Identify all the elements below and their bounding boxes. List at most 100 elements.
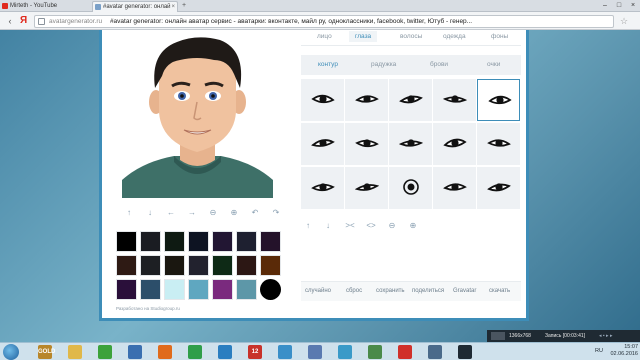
reset-button[interactable]: сброс: [346, 288, 362, 294]
yandex-browser-icon[interactable]: [398, 345, 412, 359]
arrow-up-icon[interactable]: ↑: [301, 220, 315, 232]
eye-style-option[interactable]: [477, 123, 520, 165]
zoom-out-icon[interactable]: ⊖: [385, 220, 399, 232]
close-window-button[interactable]: ×: [626, 0, 640, 11]
file-explorer-icon[interactable]: [68, 345, 82, 359]
minimize-button[interactable]: –: [598, 0, 612, 11]
yandex-logo[interactable]: Я: [20, 15, 27, 27]
color-swatch[interactable]: [236, 255, 257, 276]
eye-style-option[interactable]: [389, 123, 432, 165]
player-icon[interactable]: [218, 345, 232, 359]
app-12-icon[interactable]: 12: [248, 345, 262, 359]
avatar-tools: ↑ ↓ ← → ⊖ ⊕ ↶ ↷: [122, 207, 292, 219]
color-swatch[interactable]: [188, 231, 209, 252]
paint-icon[interactable]: [308, 345, 322, 359]
arrow-up-icon[interactable]: ↑: [122, 207, 136, 219]
firefox-icon[interactable]: [158, 345, 172, 359]
chrome-icon[interactable]: [188, 345, 202, 359]
recorder-controls-icon[interactable]: ◂ ▪ ▸ ▸: [599, 330, 612, 342]
color-swatch[interactable]: [140, 255, 161, 276]
eye-style-option[interactable]: [477, 79, 520, 121]
rotate-right-icon[interactable]: ↷: [269, 207, 283, 219]
recorder-icon[interactable]: [458, 345, 472, 359]
bookmark-star-icon[interactable]: ☆: [620, 15, 628, 27]
eye-style-option[interactable]: [301, 123, 344, 165]
color-swatch[interactable]: [140, 279, 161, 300]
share-button[interactable]: поделиться: [412, 288, 444, 294]
rotate-left-icon[interactable]: ↶: [248, 207, 262, 219]
tab-eyes[interactable]: глаза: [349, 31, 378, 42]
arrow-left-icon[interactable]: ←: [164, 207, 178, 219]
color-swatch[interactable]: [236, 279, 257, 300]
color-swatch[interactable]: [164, 279, 185, 300]
color-swatch[interactable]: [236, 231, 257, 252]
chat-icon[interactable]: [278, 345, 292, 359]
arrow-right-icon[interactable]: →: [185, 207, 199, 219]
eye-style-option[interactable]: [477, 167, 520, 209]
narrow-icon[interactable]: ><: [343, 220, 357, 232]
stats-icon[interactable]: [368, 345, 382, 359]
color-swatch[interactable]: [188, 279, 209, 300]
color-swatch[interactable]: [260, 255, 281, 276]
subtab-outline[interactable]: контур: [318, 61, 338, 68]
selected-color-swatch[interactable]: [260, 279, 281, 300]
arrow-down-icon[interactable]: ↓: [321, 220, 335, 232]
back-arrow-icon[interactable]: ‹: [4, 15, 16, 27]
color-swatch[interactable]: [164, 231, 185, 252]
start-button[interactable]: [3, 344, 19, 360]
eye-style-option[interactable]: [433, 79, 476, 121]
eye-style-option[interactable]: [345, 79, 388, 121]
maximize-button[interactable]: □: [612, 0, 626, 11]
color-palette: [116, 231, 286, 303]
browser-tab-bar: Mirteth - YouTube #avatar generator: онл…: [0, 0, 640, 12]
color-swatch[interactable]: [212, 279, 233, 300]
tab-clothes[interactable]: одежда: [443, 33, 466, 40]
eye-style-option[interactable]: [389, 167, 432, 209]
save-button[interactable]: сохранить: [376, 288, 405, 294]
tab-youtube[interactable]: Mirteth - YouTube: [0, 1, 90, 12]
eye-style-option[interactable]: [433, 123, 476, 165]
eye-style-option[interactable]: [301, 167, 344, 209]
clock[interactable]: 15:07 02.06.2016: [610, 344, 638, 358]
color-swatch[interactable]: [212, 231, 233, 252]
eye-style-option[interactable]: [345, 123, 388, 165]
close-tab-icon[interactable]: ×: [171, 2, 175, 12]
subtab-glasses[interactable]: очки: [487, 61, 500, 68]
language-indicator[interactable]: RU: [595, 348, 603, 354]
color-swatch[interactable]: [116, 279, 137, 300]
color-swatch[interactable]: [260, 231, 281, 252]
tab-face[interactable]: лицо: [317, 33, 332, 40]
subtab-iris[interactable]: радужка: [371, 61, 396, 68]
zoom-in-icon[interactable]: ⊕: [227, 207, 241, 219]
color-swatch[interactable]: [116, 231, 137, 252]
tab-avatar-generator[interactable]: #avatar generator: онлай ×: [92, 1, 178, 12]
random-button[interactable]: случайно: [305, 288, 331, 294]
zoom-out-icon[interactable]: ⊖: [206, 207, 220, 219]
download-button[interactable]: скачать: [489, 288, 510, 294]
eye-style-option[interactable]: [433, 167, 476, 209]
color-swatch[interactable]: [212, 255, 233, 276]
arrow-down-icon[interactable]: ↓: [143, 207, 157, 219]
widen-icon[interactable]: <>: [364, 220, 378, 232]
settings-icon[interactable]: [428, 345, 442, 359]
people-icon[interactable]: [338, 345, 352, 359]
screen-recorder-bar: 1366x768 Запись [00:03:41] ◂ ▪ ▸ ▸: [487, 330, 640, 342]
zoom-in-icon[interactable]: ⊕: [406, 220, 420, 232]
new-tab-button[interactable]: +: [182, 2, 186, 9]
url-field[interactable]: avatargenerator.ru #avatar generator: он…: [34, 15, 614, 28]
color-swatch[interactable]: [188, 255, 209, 276]
color-swatch[interactable]: [140, 231, 161, 252]
gravatar-button[interactable]: Gravatar: [453, 288, 476, 294]
eye-style-option[interactable]: [345, 167, 388, 209]
utorrent-icon[interactable]: [98, 345, 112, 359]
tab-hair[interactable]: волосы: [400, 33, 422, 40]
color-swatch[interactable]: [164, 255, 185, 276]
gold-icon[interactable]: GOLD: [38, 345, 55, 359]
subtab-brows[interactable]: брови: [430, 61, 448, 68]
eye-style-option[interactable]: [389, 79, 432, 121]
tab-backgrounds[interactable]: фоны: [491, 33, 508, 40]
site-info-icon[interactable]: [38, 18, 45, 25]
media-icon[interactable]: [128, 345, 142, 359]
color-swatch[interactable]: [116, 255, 137, 276]
eye-style-option[interactable]: [301, 79, 344, 121]
